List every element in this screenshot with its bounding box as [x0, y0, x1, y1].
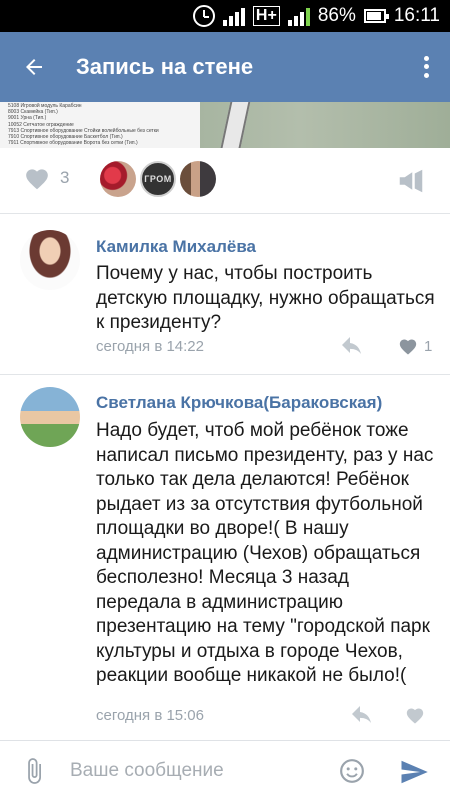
send-button[interactable] [398, 757, 430, 787]
divider [0, 213, 450, 214]
liker-avatar[interactable]: ГРОМ [140, 161, 176, 197]
paperclip-icon [28, 758, 41, 784]
megaphone-icon [399, 169, 423, 193]
like-count: 3 [60, 168, 70, 187]
legend-line: 7911 Спортивное оборудование Ворота без … [8, 140, 138, 147]
alarm-icon [192, 5, 215, 27]
reply-icon [352, 706, 371, 723]
comment-like-button[interactable] [405, 706, 431, 724]
comment-like-button[interactable]: 1 [398, 337, 432, 355]
attach-button[interactable] [20, 757, 48, 785]
reply-button[interactable] [341, 337, 365, 357]
comment-text: Почему у нас, чтобы построить детскую пл… [96, 263, 435, 333]
battery-icon [363, 9, 389, 23]
comment-timestamp: сегодня в 15:06 [96, 707, 204, 724]
status-bar: H+ 86% 16:11 [0, 0, 450, 32]
comment-author[interactable]: Светлана Крючкова(Бараковская) [96, 393, 382, 413]
app-bar: Запись на стене [0, 32, 450, 102]
liker-avatar[interactable] [180, 161, 216, 197]
heart-icon [399, 339, 417, 355]
avatar[interactable] [20, 387, 80, 447]
back-button[interactable] [14, 47, 54, 87]
liker-avatar[interactable] [100, 161, 136, 197]
signal-icon [222, 6, 245, 26]
avatar[interactable] [20, 230, 80, 290]
message-input[interactable] [70, 753, 320, 789]
comment: Светлана Крючкова(Бараковская) Надо буде… [0, 374, 450, 734]
status-icons: H+ 86% 16:11 [192, 0, 450, 32]
heart-icon [26, 169, 48, 190]
network-type: H+ [252, 6, 280, 26]
like-button[interactable]: 3 [24, 166, 69, 190]
send-icon [401, 760, 428, 784]
liker-badge-text: ГРОМ [144, 174, 172, 184]
comment-like-count: 1 [424, 337, 433, 355]
comment-timestamp: сегодня в 14:22 [96, 338, 204, 355]
share-button[interactable] [396, 166, 426, 196]
comment-text: Надо будет, чтоб мой ребёнок тоже написа… [96, 420, 434, 686]
post-image-legend: 5108 Игровой модуль Карабсин 8003 Скамей… [0, 102, 200, 148]
reply-button[interactable] [351, 706, 375, 726]
battery-percent: 86% [317, 5, 356, 26]
comment: Камилка Михалёва Почему у нас, чтобы пос… [0, 228, 450, 368]
reply-icon [342, 337, 361, 354]
emoji-button[interactable] [339, 758, 365, 784]
heart-icon [406, 708, 424, 724]
comment-author[interactable]: Камилка Михалёва [96, 237, 256, 257]
back-arrow-icon [26, 59, 42, 75]
post-image[interactable]: 5108 Игровой модуль Карабсин 8003 Скамей… [0, 102, 450, 148]
emoji-icon [340, 759, 364, 783]
more-vertical-icon[interactable] [414, 50, 438, 84]
page-title: Запись на стене [76, 54, 254, 79]
signal-icon-2 [287, 6, 310, 26]
message-composer [0, 740, 450, 800]
clock: 16:11 [393, 5, 440, 26]
post-actions: 3 ГРОМ [0, 148, 450, 214]
